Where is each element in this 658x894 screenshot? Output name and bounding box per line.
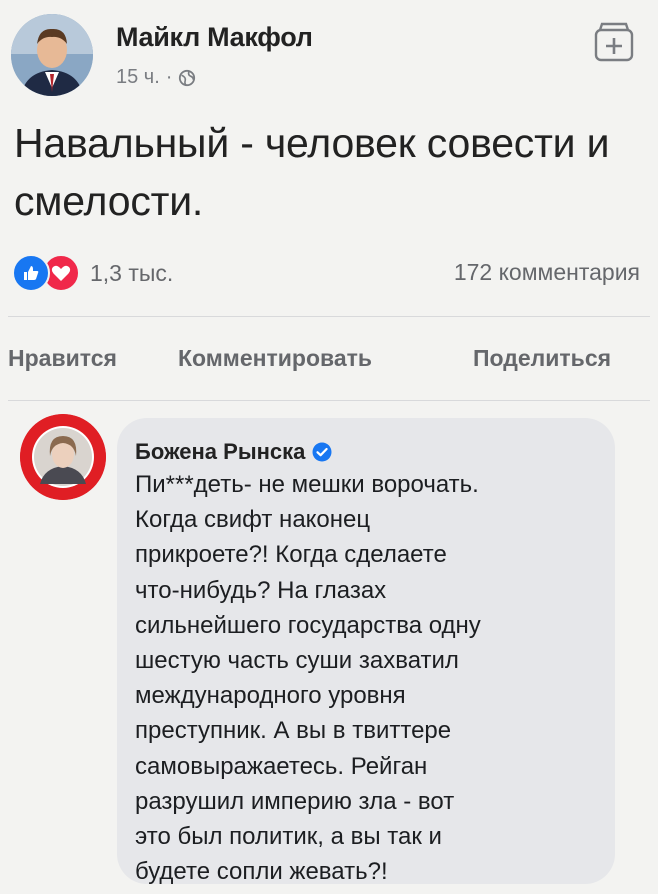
post-time[interactable]: 15 ч. (116, 66, 160, 89)
comment-button[interactable]: Комментировать (178, 345, 372, 372)
commenter-avatar[interactable] (20, 414, 106, 500)
globe-icon (179, 69, 196, 86)
save-post-icon[interactable] (592, 20, 636, 64)
comments-count-link[interactable]: 172 комментария (454, 259, 640, 286)
commenter-avatar-photo (20, 414, 106, 500)
like-button[interactable]: Нравится (8, 345, 117, 372)
comment-text: Пи***деть- не мешки ворочать. Когда свиф… (135, 471, 481, 886)
commenter-name[interactable]: Божена Рынска (135, 439, 305, 465)
share-button[interactable]: Поделиться (473, 345, 611, 372)
reactions-summary[interactable]: 1,3 тыс. (12, 254, 173, 292)
post-author-name[interactable]: Майкл Макфол (116, 22, 313, 53)
commenter-name-row: Божена Рынска (135, 439, 332, 465)
like-reaction-icon (12, 254, 50, 292)
divider (8, 400, 650, 401)
verified-badge-icon (312, 442, 332, 462)
post-meta: 15 ч. · (116, 66, 196, 89)
divider (8, 316, 650, 317)
reactions-count: 1,3 тыс. (90, 259, 174, 286)
meta-separator: · (165, 66, 173, 88)
post-text: Навальный - человек совести и смелости. (14, 120, 610, 224)
author-avatar-photo (11, 14, 93, 96)
author-avatar[interactable] (11, 14, 93, 96)
